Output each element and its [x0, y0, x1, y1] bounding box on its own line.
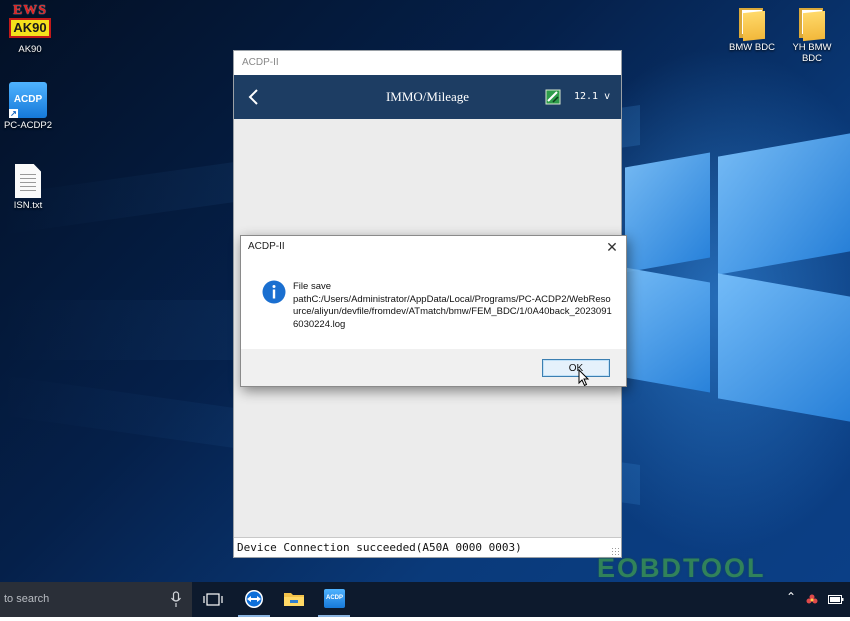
system-tray: ⌃ — [780, 582, 850, 617]
desktop-icon-isn-txt[interactable]: ISN.txt — [0, 164, 58, 211]
file-explorer-taskbar-button[interactable] — [274, 582, 314, 617]
taskbar-search-box[interactable]: to search — [0, 582, 192, 617]
desktop-icon-yh-bmw-bdc[interactable]: YH BMW BDC — [782, 6, 842, 64]
folder-icon — [797, 6, 827, 42]
battery-voltage-icon — [545, 89, 561, 105]
flower-tray-icon[interactable] — [805, 593, 819, 607]
file-save-dialog: ACDP-II ✕ File save pathC:/Users/Adminis… — [240, 235, 627, 387]
task-view-icon — [203, 593, 223, 606]
teamviewer-taskbar-button[interactable] — [234, 582, 274, 617]
dialog-message: File save pathC:/Users/Administrator/App… — [293, 281, 613, 331]
desktop-icon-label: AK90 — [18, 44, 42, 55]
dialog-title: ACDP-II — [248, 241, 285, 252]
folder-icon — [737, 6, 767, 42]
dialog-body: File save pathC:/Users/Administrator/App… — [241, 258, 626, 349]
ews-logo-text: EWS — [12, 3, 48, 18]
chevron-up-icon[interactable]: ⌃ — [786, 590, 796, 604]
text-file-icon — [15, 164, 41, 198]
taskbar: to search ACDP ⌃ — [0, 582, 850, 617]
saved-file-path: pathC:/Users/Administrator/AppData/Local… — [293, 293, 612, 330]
battery-tray-icon[interactable] — [828, 593, 844, 606]
microphone-icon[interactable] — [170, 591, 182, 608]
mouse-pointer-icon — [578, 369, 590, 387]
desktop-icon-label: BMW BDC — [729, 42, 775, 53]
task-view-button[interactable] — [193, 582, 233, 617]
dialog-footer: OK — [241, 349, 626, 386]
app-header-bar: IMMO/Mileage 12.1 v — [234, 75, 621, 119]
shortcut-arrow-icon: ↗ — [9, 109, 18, 118]
desktop-icon-ak90[interactable]: EWS AK90 AK90 — [0, 4, 60, 55]
acdp-app-icon: ACDP ↗ — [9, 82, 47, 118]
desktop-icon-bmw-bdc[interactable]: BMW BDC — [722, 6, 782, 53]
dialog-titlebar: ACDP-II ✕ — [241, 236, 626, 258]
info-icon — [262, 280, 286, 304]
message-heading: File save — [293, 281, 332, 292]
device-status-bar: Device Connection succeeded(A50A 0000 00… — [234, 537, 621, 557]
file-explorer-icon — [284, 593, 304, 606]
windows-logo-pane — [625, 267, 710, 393]
desktop-icon-label: YH BMW BDC — [792, 42, 832, 64]
windows-logo-pane — [718, 273, 850, 422]
windows-logo-pane — [718, 133, 850, 275]
page-title: IMMO/Mileage — [385, 89, 470, 104]
ews-ak90-app-icon: EWS AK90 — [9, 4, 51, 42]
teamviewer-icon — [245, 590, 263, 608]
acdp-logo-text: ACDP — [13, 94, 43, 105]
acdp-taskbar-icon: ACDP — [324, 589, 345, 608]
desktop-icon-label: ISN.txt — [13, 200, 43, 211]
close-button[interactable]: ✕ — [598, 236, 626, 258]
search-placeholder: to search — [4, 593, 50, 605]
ok-button[interactable]: OK — [542, 359, 610, 377]
ak90-logo-text: AK90 — [9, 18, 51, 38]
voltage-readout: 12.1 v — [574, 91, 611, 102]
app-window-title: ACDP-II — [234, 51, 621, 75]
watermark-logo: EOBDTOOL — [597, 553, 766, 583]
windows-logo-pane — [625, 152, 710, 273]
desktop-icon-pc-acdp2[interactable]: ACDP ↗ PC-ACDP2 — [0, 82, 58, 131]
desktop-icon-label: PC-ACDP2 — [3, 120, 53, 131]
pc-acdp2-taskbar-button[interactable]: ACDP — [314, 582, 354, 617]
